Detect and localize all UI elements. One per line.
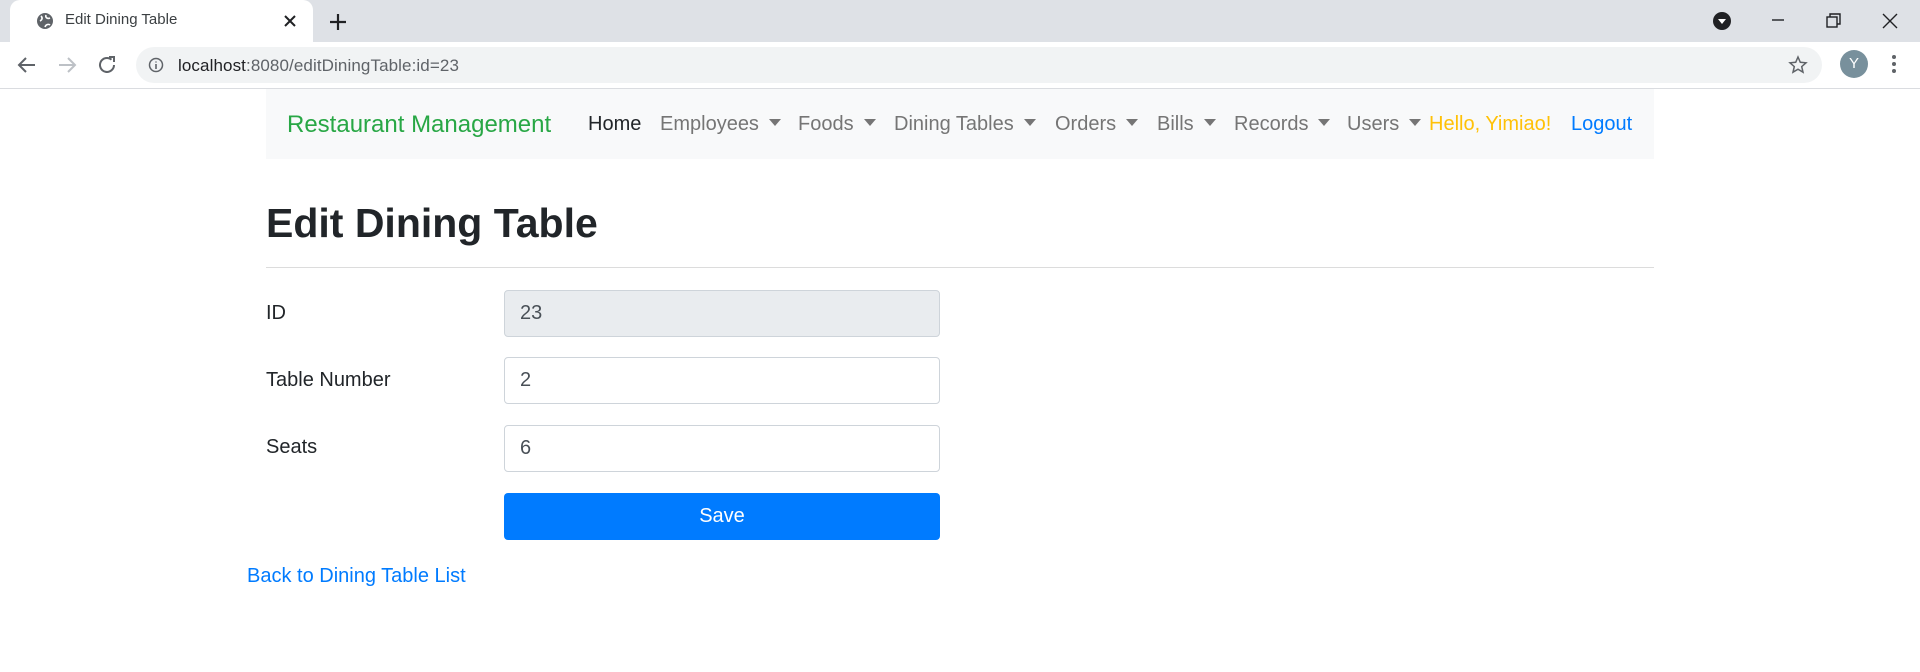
window-close-icon[interactable] (1877, 8, 1903, 34)
reload-icon[interactable] (95, 53, 119, 77)
nav-item-label: Records (1234, 113, 1309, 135)
url-path: :8080/editDiningTable:id=23 (246, 56, 460, 75)
browser-tabstrip: Edit Dining Table (0, 0, 1920, 42)
caret-down-icon (1409, 119, 1422, 126)
restore-icon[interactable] (1820, 8, 1846, 34)
address-bar[interactable]: localhost:8080/editDiningTable:id=23 (136, 47, 1822, 83)
nav-item-bills[interactable]: Bills (1157, 113, 1216, 136)
nav-item-orders[interactable]: Orders (1055, 113, 1139, 136)
caret-down-icon (863, 119, 876, 126)
seats-label: Seats (266, 436, 318, 458)
back-arrow-icon[interactable] (15, 53, 39, 77)
url-host: localhost (178, 56, 246, 75)
nav-item-label: Foods (798, 113, 854, 135)
url-text[interactable]: localhost:8080/editDiningTable:id=23 (178, 56, 459, 76)
nav-item-home[interactable]: Home (588, 113, 641, 136)
seats-field[interactable] (504, 425, 940, 472)
id-label: ID (266, 302, 286, 324)
new-tab-plus-icon[interactable] (326, 10, 350, 34)
tab-title: Edit Dining Table (65, 11, 178, 28)
nav-item-records[interactable]: Records (1234, 113, 1331, 136)
forward-arrow-icon[interactable] (55, 53, 79, 77)
nav-item-employees[interactable]: Employees (660, 113, 781, 136)
profile-dropdown-icon[interactable] (1709, 8, 1735, 34)
table-number-label: Table Number (266, 369, 391, 391)
id-field (504, 290, 940, 337)
globe-icon (37, 13, 53, 29)
nav-item-label: Home (588, 113, 642, 135)
nav-item-label: Orders (1055, 113, 1117, 135)
nav-item-dining-tables[interactable]: Dining Tables (894, 113, 1036, 136)
page-title: Edit Dining Table (266, 200, 598, 246)
kebab-menu-icon[interactable] (1882, 52, 1906, 76)
nav-item-label: Dining Tables (894, 113, 1014, 135)
caret-down-icon (1318, 119, 1331, 126)
bookmark-star-icon[interactable] (1788, 55, 1808, 75)
table-number-field[interactable] (504, 357, 940, 404)
title-divider (266, 267, 1654, 268)
logout-link[interactable]: Logout (1571, 113, 1632, 136)
nav-item-foods[interactable]: Foods (798, 113, 876, 136)
navbar-brand[interactable]: Restaurant Management (287, 111, 551, 139)
browser-toolbar: localhost:8080/editDiningTable:id=23 Y (0, 42, 1920, 89)
back-to-list-link[interactable]: Back to Dining Table List (247, 565, 466, 588)
nav-item-users[interactable]: Users (1347, 113, 1422, 136)
minimize-icon[interactable] (1765, 8, 1791, 34)
nav-item-label: Bills (1157, 113, 1194, 135)
close-icon[interactable] (280, 11, 300, 31)
caret-down-icon (1023, 119, 1036, 126)
nav-item-label: Employees (660, 113, 759, 135)
caret-down-icon (1126, 119, 1139, 126)
nav-item-label: Users (1347, 113, 1400, 135)
info-icon[interactable] (148, 57, 164, 73)
save-button[interactable]: Save (504, 493, 940, 540)
caret-down-icon (768, 119, 781, 126)
navbar: Restaurant Management Home Employees Foo… (266, 89, 1654, 159)
caret-down-icon (1203, 119, 1216, 126)
profile-avatar[interactable]: Y (1840, 50, 1868, 78)
user-greeting: Hello, Yimiao! (1429, 113, 1552, 135)
browser-tab[interactable]: Edit Dining Table (10, 0, 313, 42)
